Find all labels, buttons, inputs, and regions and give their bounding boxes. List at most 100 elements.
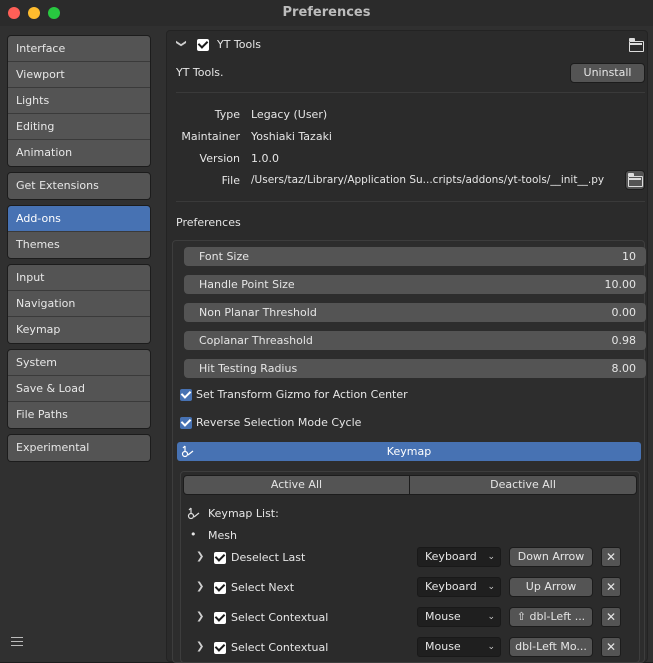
folder-icon	[628, 173, 643, 187]
sidebar-item-addons[interactable]: Add-ons	[8, 206, 150, 232]
chevron-down-icon: ⌄	[487, 642, 495, 652]
keymap-box: Active All Deactive All Keymap List: • M…	[180, 471, 640, 663]
sidebar-item-system[interactable]: System	[8, 350, 150, 376]
field-label: Hit Testing Radius	[199, 362, 298, 375]
collapse-chevron-icon[interactable]: ❯	[176, 39, 187, 47]
field-value: 0.00	[611, 306, 637, 319]
expand-chevron-icon[interactable]: ❯	[196, 641, 204, 652]
sidebar-item-file-paths[interactable]: File Paths	[8, 402, 150, 428]
field-value: 0.98	[611, 334, 637, 347]
remove-keymap-button[interactable]: ✕	[601, 607, 621, 627]
sidebar-item-interface[interactable]: Interface	[8, 36, 150, 62]
file-label: File	[221, 174, 240, 187]
key-binding-button[interactable]: dbl-Left Mo...	[509, 637, 593, 657]
keymap-item-name: Select Contextual	[231, 611, 329, 624]
sidebar-group-experimental: Experimental	[7, 434, 151, 462]
keymap-icon	[181, 445, 194, 458]
keymap-item-checkbox[interactable]	[214, 552, 226, 564]
keymap-item-name: Select Contextual	[231, 641, 329, 654]
device-value: Keyboard	[425, 550, 477, 563]
active-all-button[interactable]: Active All	[183, 475, 410, 495]
device-value: Keyboard	[425, 580, 477, 593]
expand-chevron-icon[interactable]: ❯	[196, 581, 204, 592]
remove-keymap-button[interactable]: ✕	[601, 547, 621, 567]
close-icon: ✕	[605, 550, 617, 564]
sidebar-item-keymap[interactable]: Keymap	[8, 317, 150, 343]
addon-description: YT Tools.	[176, 66, 224, 79]
chevron-down-icon: ⌄	[487, 582, 495, 592]
field-label: Coplanar Threashold	[199, 334, 313, 347]
addon-panel: ❯ YT Tools YT Tools. Uninstall Type Lega…	[166, 30, 648, 663]
sidebar-item-save-load[interactable]: Save & Load	[8, 376, 150, 402]
uninstall-button[interactable]: Uninstall	[570, 63, 645, 83]
type-label: Type	[214, 108, 240, 121]
file-path-value: /Users/taz/Library/Application Su...crip…	[251, 174, 605, 186]
window-title: Preferences	[282, 5, 371, 20]
keymap-item-checkbox[interactable]	[214, 642, 226, 654]
sidebar-item-animation[interactable]: Animation	[8, 140, 150, 166]
preferences-window: Preferences Interface Viewport Lights Ed…	[0, 0, 653, 663]
device-dropdown[interactable]: Keyboard ⌄	[417, 577, 501, 597]
sidebar-group-system: System Save & Load File Paths	[7, 349, 151, 429]
field-value: 10	[622, 250, 636, 263]
expand-chevron-icon[interactable]: ❯	[196, 551, 204, 562]
sidebar-group-general: Interface Viewport Lights Editing Animat…	[7, 35, 151, 167]
key-binding-button[interactable]: ⇧ dbl-Left ...	[509, 607, 593, 627]
divider	[176, 201, 645, 202]
font-size-field[interactable]: Font Size 10	[184, 247, 646, 266]
sidebar-item-themes[interactable]: Themes	[8, 232, 150, 258]
maintainer-label: Maintainer	[181, 130, 240, 143]
title-bar: Preferences	[0, 0, 653, 26]
remove-keymap-button[interactable]: ✕	[601, 637, 621, 657]
hit-testing-radius-field[interactable]: Hit Testing Radius 8.00	[184, 359, 646, 378]
addon-enable-checkbox[interactable]	[197, 39, 209, 51]
keymap-item-checkbox[interactable]	[214, 582, 226, 594]
device-dropdown[interactable]: Mouse ⌄	[417, 637, 501, 657]
field-value: 8.00	[611, 362, 637, 375]
deactive-all-button[interactable]: Deactive All	[409, 475, 637, 495]
sidebar-item-editing[interactable]: Editing	[8, 114, 150, 140]
key-binding-button[interactable]: Up Arrow	[509, 577, 593, 597]
close-icon: ✕	[605, 610, 617, 624]
addon-name: YT Tools	[217, 38, 262, 51]
divider	[176, 92, 645, 93]
device-dropdown[interactable]: Keyboard ⌄	[417, 547, 501, 567]
non-planar-threshold-field[interactable]: Non Planar Threshold 0.00	[184, 303, 646, 322]
handle-point-size-field[interactable]: Handle Point Size 10.00	[184, 275, 646, 294]
hamburger-menu-icon[interactable]	[11, 637, 23, 649]
sidebar-item-navigation[interactable]: Navigation	[8, 291, 150, 317]
open-file-location-button[interactable]	[625, 170, 645, 190]
sidebar-item-input[interactable]: Input	[8, 265, 150, 291]
sidebar-item-get-extensions[interactable]: Get Extensions	[8, 173, 150, 199]
chevron-down-icon: ⌄	[487, 552, 495, 562]
device-dropdown[interactable]: Mouse ⌄	[417, 607, 501, 627]
maintainer-value: Yoshiaki Tazaki	[251, 130, 332, 143]
field-label: Handle Point Size	[199, 278, 295, 291]
sidebar-group-extensions: Get Extensions	[7, 172, 151, 200]
sidebar-group-input: Input Navigation Keymap	[7, 264, 151, 344]
remove-keymap-button[interactable]: ✕	[601, 577, 621, 597]
keymap-list-icon	[187, 507, 200, 520]
field-value: 10.00	[604, 278, 637, 291]
key-binding-button[interactable]: Down Arrow	[509, 547, 593, 567]
transform-gizmo-checkbox[interactable]	[180, 389, 192, 401]
close-icon: ✕	[605, 580, 617, 594]
mesh-label: Mesh	[208, 529, 237, 542]
field-label: Non Planar Threshold	[199, 306, 317, 319]
type-value: Legacy (User)	[251, 108, 328, 121]
reverse-selection-checkbox[interactable]	[180, 417, 192, 429]
sidebar-item-viewport[interactable]: Viewport	[8, 62, 150, 88]
sidebar-item-lights[interactable]: Lights	[8, 88, 150, 114]
open-folder-icon[interactable]	[629, 38, 644, 52]
version-value: 1.0.0	[251, 152, 279, 165]
device-value: Mouse	[425, 640, 461, 653]
expand-chevron-icon[interactable]: ❯	[196, 611, 204, 622]
coplanar-threshold-field[interactable]: Coplanar Threashold 0.98	[184, 331, 646, 350]
sidebar-item-experimental[interactable]: Experimental	[8, 435, 150, 461]
keymap-item-checkbox[interactable]	[214, 612, 226, 624]
device-value: Mouse	[425, 610, 461, 623]
keymap-toggle-button[interactable]: Keymap	[177, 442, 641, 461]
close-icon: ✕	[605, 640, 617, 654]
keymap-item-name: Deselect Last	[231, 551, 306, 564]
version-label: Version	[199, 152, 240, 165]
